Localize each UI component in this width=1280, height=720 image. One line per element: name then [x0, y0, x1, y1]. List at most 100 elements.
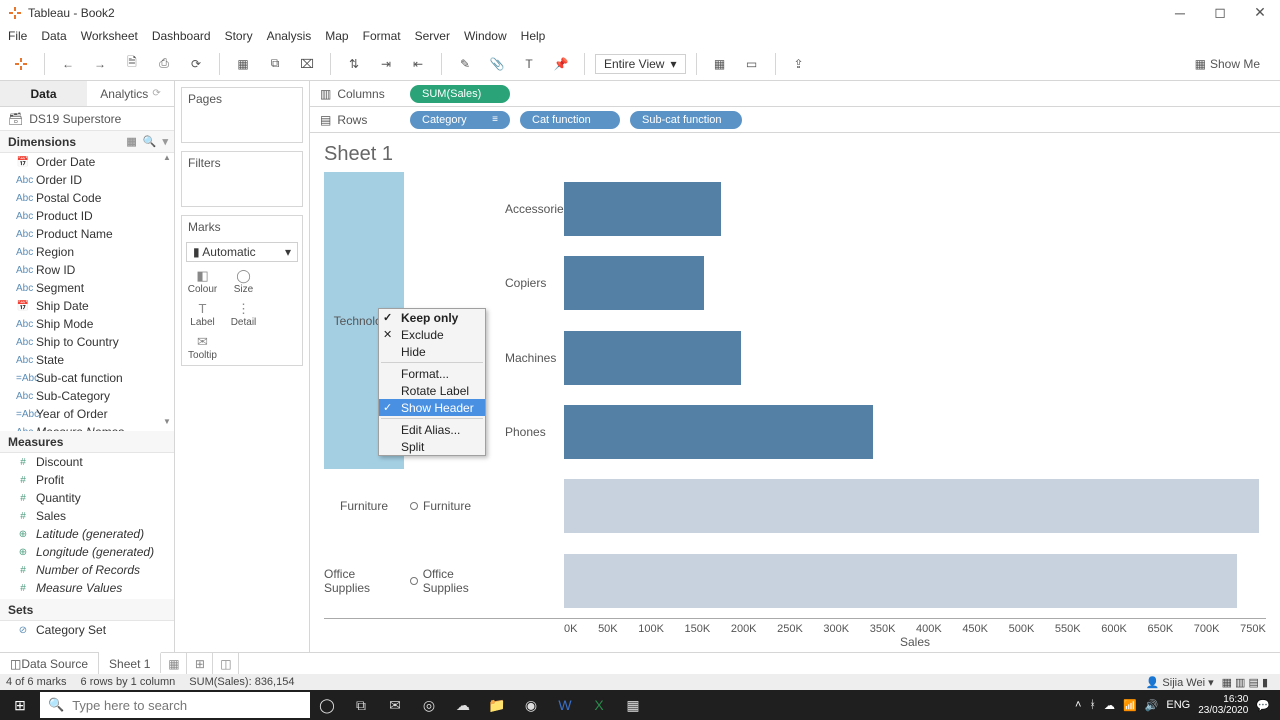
field-longitude-generated-[interactable]: ⊕Longitude (generated): [0, 543, 174, 561]
tableau-taskbar-icon[interactable]: ▦: [616, 697, 650, 714]
filters-card[interactable]: Filters: [181, 151, 303, 207]
tab-data[interactable]: Data: [0, 81, 87, 106]
tray-bluetooth-icon[interactable]: ᚼ: [1089, 699, 1096, 711]
mark-size[interactable]: ◯Size: [223, 266, 264, 299]
show-me-button[interactable]: ▦ Show Me: [1195, 57, 1272, 71]
field-category-set[interactable]: ⊘Category Set: [0, 621, 174, 639]
tray-onedrive-icon[interactable]: ☁: [1104, 699, 1115, 712]
cortana-icon[interactable]: ◯: [310, 697, 344, 714]
subcategory-header[interactable]: [499, 544, 564, 618]
forward-button[interactable]: →: [87, 51, 113, 77]
new-worksheet-button[interactable]: ▦: [230, 51, 256, 77]
field-quantity[interactable]: #Quantity: [0, 489, 174, 507]
bar[interactable]: [564, 405, 873, 459]
tray-up-icon[interactable]: ˄: [1075, 699, 1081, 711]
field-year-of-order[interactable]: =AbcYear of Order: [0, 405, 174, 423]
field-profit[interactable]: #Profit: [0, 471, 174, 489]
field-measure-values[interactable]: #Measure Values: [0, 579, 174, 597]
ctx-split[interactable]: Split: [379, 438, 485, 455]
taskbar-search[interactable]: 🔍 Type here to search: [40, 692, 310, 718]
field-order-id[interactable]: AbcOrder ID: [0, 171, 174, 189]
start-button[interactable]: ⊞: [0, 697, 40, 714]
highlight-button[interactable]: ✎: [452, 51, 478, 77]
mark-tooltip[interactable]: ✉Tooltip: [182, 332, 223, 365]
pin-button[interactable]: 📌: [548, 51, 574, 77]
field-sub-category[interactable]: AbcSub-Category: [0, 387, 174, 405]
ctx-exclude[interactable]: ✕Exclude: [379, 326, 485, 343]
menu-data[interactable]: Data: [41, 29, 66, 43]
ctx-hide[interactable]: Hide: [379, 343, 485, 360]
menu-help[interactable]: Help: [521, 29, 546, 43]
minimize-button[interactable]: ─: [1160, 0, 1200, 25]
tab-sheet-1[interactable]: Sheet 1: [99, 652, 161, 673]
menu-file[interactable]: File: [8, 29, 27, 43]
pages-card[interactable]: Pages: [181, 87, 303, 143]
field-segment[interactable]: AbcSegment: [0, 279, 174, 297]
tray-clock[interactable]: 16:3023/03/2020: [1198, 694, 1248, 716]
mark-label[interactable]: TLabel: [182, 299, 223, 332]
pill-category[interactable]: Category≡: [410, 111, 510, 129]
subcategory-header[interactable]: Copiers: [499, 246, 564, 320]
ctx-edit-alias-[interactable]: Edit Alias...: [379, 421, 485, 438]
cat-function-header[interactable]: Office Supplies: [404, 544, 499, 618]
pill-cat-function[interactable]: Cat function: [520, 111, 620, 129]
menu-map[interactable]: Map: [325, 29, 348, 43]
mail-icon[interactable]: ✉: [378, 697, 412, 714]
ctx-rotate-label[interactable]: Rotate Label: [379, 382, 485, 399]
field-postal-code[interactable]: AbcPostal Code: [0, 189, 174, 207]
field-ship-mode[interactable]: AbcShip Mode: [0, 315, 174, 333]
field-order-date[interactable]: 📅Order Date: [0, 153, 174, 171]
group-button[interactable]: 📎: [484, 51, 510, 77]
save-button[interactable]: 🗎: [119, 51, 145, 77]
field-number-of-records[interactable]: #Number of Records: [0, 561, 174, 579]
view-icon[interactable]: ▦: [126, 135, 136, 148]
mark-type-selector[interactable]: ▮ Automatic▾: [186, 242, 298, 262]
app-icon-1[interactable]: ◎: [412, 697, 446, 714]
field-measure-names[interactable]: AbcMeasure Names: [0, 423, 174, 431]
close-button[interactable]: ✕: [1240, 0, 1280, 25]
menu-worksheet[interactable]: Worksheet: [81, 29, 138, 43]
new-dashboard-button[interactable]: ⊞: [187, 653, 213, 674]
tableau-logo-icon[interactable]: [8, 51, 34, 77]
columns-shelf[interactable]: ▥Columns SUM(Sales): [310, 81, 1280, 107]
category-header[interactable]: Furniture: [324, 469, 404, 543]
cat-function-header[interactable]: Furniture: [404, 469, 499, 543]
clear-button[interactable]: ⌧: [294, 51, 320, 77]
swap-button[interactable]: ⇅: [341, 51, 367, 77]
sheet-title[interactable]: Sheet 1: [310, 133, 1280, 172]
search-icon[interactable]: 🔍: [143, 135, 157, 148]
ctx-format-[interactable]: Format...: [379, 365, 485, 382]
subcategory-header[interactable]: Phones: [499, 395, 564, 469]
mark-detail[interactable]: ⋮Detail: [223, 299, 264, 332]
pill-sum-sales[interactable]: SUM(Sales): [410, 85, 510, 103]
field-row-id[interactable]: AbcRow ID: [0, 261, 174, 279]
presentation-button[interactable]: ▭: [739, 51, 765, 77]
field-latitude-generated-[interactable]: ⊕Latitude (generated): [0, 525, 174, 543]
field-sales[interactable]: #Sales: [0, 507, 174, 525]
sort-desc-button[interactable]: ⇤: [405, 51, 431, 77]
new-datasource-button[interactable]: ⎙: [151, 51, 177, 77]
tab-data-source[interactable]: ◫ Data Source: [0, 653, 99, 674]
bar[interactable]: [564, 256, 704, 310]
mark-colour[interactable]: ◧Colour: [182, 266, 223, 299]
menu-analysis[interactable]: Analysis: [267, 29, 312, 43]
field-product-name[interactable]: AbcProduct Name: [0, 225, 174, 243]
subcategory-header[interactable]: Accessories: [499, 172, 564, 246]
tab-analytics[interactable]: Analytics⟳: [87, 81, 174, 106]
dashboard-button[interactable]: ▦: [707, 51, 733, 77]
bar[interactable]: [564, 182, 721, 236]
status-user[interactable]: Sijia Wei: [1162, 677, 1205, 689]
app-icon-2[interactable]: ☁: [446, 697, 480, 714]
ctx-keep-only[interactable]: ✓Keep only: [379, 309, 485, 326]
bar[interactable]: [564, 479, 1259, 533]
menu-dashboard[interactable]: Dashboard: [152, 29, 211, 43]
refresh-button[interactable]: ⟳: [183, 51, 209, 77]
tray-sound-icon[interactable]: 🔊: [1145, 699, 1159, 712]
fit-selector[interactable]: Entire View▾: [595, 54, 686, 74]
taskview-icon[interactable]: ⧉: [344, 697, 378, 714]
bar[interactable]: [564, 554, 1237, 608]
category-header[interactable]: Office Supplies: [324, 544, 404, 618]
tray-lang[interactable]: ENG: [1166, 699, 1190, 711]
labels-button[interactable]: T: [516, 51, 542, 77]
scroll-down-icon[interactable]: ▼: [163, 417, 171, 431]
